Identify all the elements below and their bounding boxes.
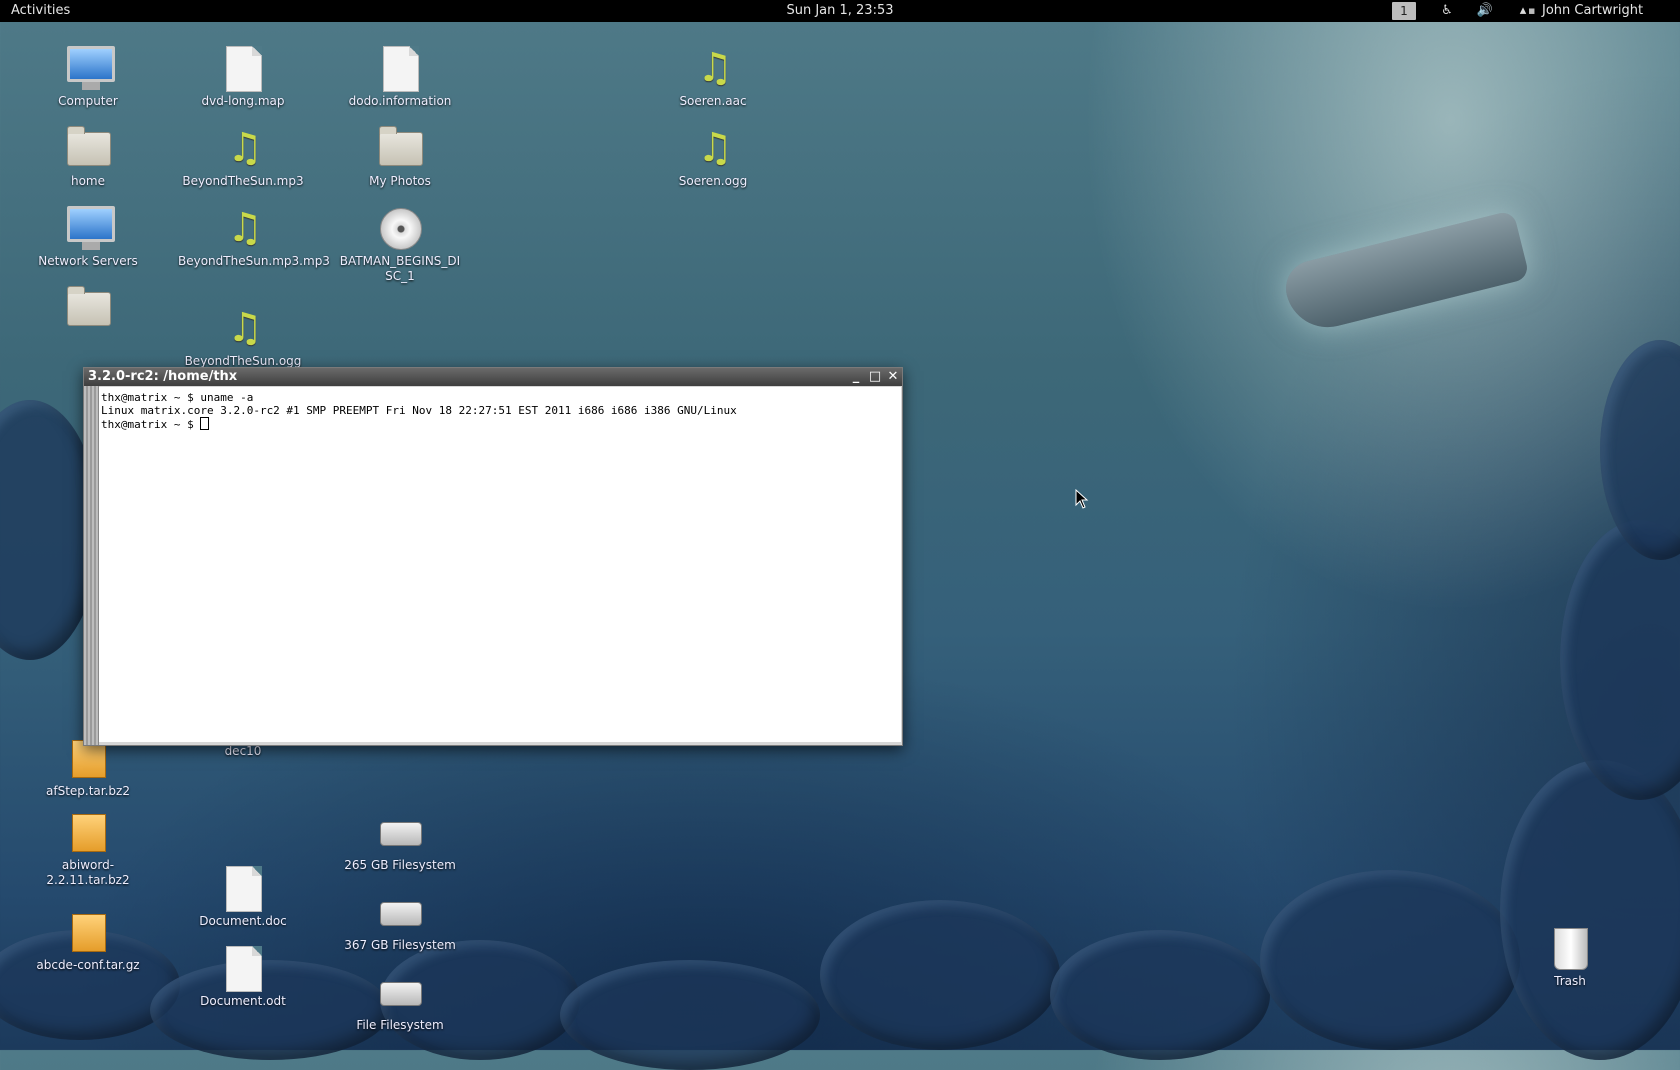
package-icon (64, 908, 112, 956)
rock-decoration (820, 900, 1060, 1050)
rock-decoration (1260, 870, 1520, 1050)
terminal-line: thx@matrix ~ $ (101, 418, 201, 431)
icon-label: My Photos (369, 174, 431, 188)
rock-decoration (1500, 760, 1680, 1060)
music-icon: ♫ (697, 45, 733, 91)
monitor-icon (64, 44, 115, 92)
desktop-icon-file[interactable]: ♫ Soeren.aac (648, 44, 778, 109)
music-icon: ♫ (227, 205, 263, 251)
icon-label: abiword-2.2.11.tar.bz2 (46, 858, 130, 887)
drive-icon (376, 968, 424, 1016)
rock-decoration (1600, 340, 1680, 560)
clock[interactable]: Sun Jan 1, 23:53 (786, 3, 893, 18)
home-folder-icon (64, 124, 112, 172)
desktop-icon-computer[interactable]: Computer (23, 44, 153, 109)
image-document-icon (219, 864, 267, 912)
desktop-icon-file[interactable]: dvd-long.map (178, 44, 308, 109)
terminal-scrollbar[interactable] (84, 386, 99, 745)
desktop-icon-file[interactable]: Document.doc (178, 864, 308, 929)
maximize-button[interactable]: □ (867, 368, 883, 386)
desktop-icon-drive[interactable]: 367 GB Filesystem (335, 888, 465, 953)
icon-label: Document.odt (200, 994, 286, 1008)
dvd-icon (376, 204, 424, 252)
desktop-icon-archive[interactable]: abcde-conf.tar.gz (23, 908, 153, 973)
icon-label: Computer (58, 94, 118, 108)
document-icon (219, 44, 267, 92)
drive-icon (376, 808, 424, 856)
icon-label: Soeren.ogg (678, 174, 748, 188)
icon-label: abcde-conf.tar.gz (36, 958, 140, 972)
icon-label: dec10 (224, 744, 262, 758)
icon-label: dvd-long.map (201, 94, 285, 108)
rock-decoration (1050, 930, 1270, 1060)
activities-button[interactable]: Activities (11, 3, 70, 18)
user-status-icon: ▪ (1528, 4, 1536, 17)
package-icon (64, 808, 112, 856)
desktop-icon-file[interactable]: dec10 (178, 744, 308, 759)
desktop-icon-folder[interactable]: My Photos (335, 124, 465, 189)
document-icon (376, 44, 424, 92)
desktop-icon-file[interactable]: dodo.information (335, 44, 465, 109)
text-cursor (200, 417, 210, 430)
desktop-icon-file[interactable]: ♫ BeyondTheSun.mp3 (178, 124, 308, 189)
volume-icon[interactable]: 🔊 (1476, 2, 1494, 20)
icon-label: File Filesystem (356, 1018, 444, 1032)
spaceship-illustration (1280, 210, 1530, 336)
music-icon: ♫ (227, 305, 263, 351)
icon-label: Network Servers (38, 254, 138, 268)
desktop-icon-archive[interactable]: abiword-2.2.11.tar.bz2 (23, 808, 153, 888)
desktop-icon-file[interactable]: ♫ BeyondTheSun.mp3.mp3 (178, 204, 330, 269)
icon-label: home (70, 174, 106, 188)
close-button[interactable]: ✕ (885, 368, 901, 386)
icon-label: afStep.tar.bz2 (46, 784, 130, 798)
terminal-window[interactable]: 3.2.0-rc2: /home/thx _ □ ✕ thx@matrix ~ … (83, 367, 903, 746)
trash-icon (1546, 924, 1594, 972)
desktop-icon-network[interactable]: Network Servers (23, 204, 153, 269)
rock-decoration (1560, 520, 1680, 800)
desktop-icon-home[interactable]: home (23, 124, 153, 189)
icon-label: BATMAN_BEGINS_DISC_1 (339, 254, 461, 283)
music-icon: ♫ (227, 125, 263, 171)
icon-label: dodo.information (348, 94, 452, 108)
folder-icon (376, 124, 424, 172)
mouse-pointer-icon (1075, 489, 1089, 509)
desktop-icon-trash[interactable]: Trash (1505, 924, 1635, 989)
rock-decoration (560, 960, 820, 1070)
terminal-line: thx@matrix ~ $ uname -a (101, 391, 254, 404)
desktop-icon-file[interactable]: ♫ Soeren.ogg (648, 124, 778, 189)
icon-label: Trash (1554, 974, 1586, 988)
desktop-icon-drive[interactable]: 265 GB Filesystem (335, 808, 465, 873)
icon-label: Document.doc (199, 914, 287, 928)
network-icon (64, 204, 115, 252)
desktop-icon-file[interactable]: ♫ BeyondTheSun.ogg (178, 304, 308, 369)
window-title: 3.2.0-rc2: /home/thx (88, 369, 238, 384)
terminal-output[interactable]: thx@matrix ~ $ uname -a Linux matrix.core… (99, 387, 901, 742)
terminal-titlebar[interactable]: 3.2.0-rc2: /home/thx _ □ ✕ (84, 368, 902, 386)
icon-label: 265 GB Filesystem (344, 858, 456, 872)
desktop-icon-dvd[interactable]: BATMAN_BEGINS_DISC_1 (335, 204, 465, 284)
icon-label: BeyondTheSun.ogg (184, 354, 302, 368)
terminal-line: Linux matrix.core 3.2.0-rc2 #1 SMP PREEM… (101, 404, 737, 417)
minimize-button[interactable]: _ (848, 368, 864, 386)
desktop-icon-file[interactable]: Document.odt (178, 944, 308, 1009)
workspace-indicator[interactable]: 1 (1392, 2, 1416, 20)
music-icon: ♫ (697, 125, 733, 171)
icon-label: BeyondTheSun.mp3 (182, 174, 304, 188)
accessibility-icon[interactable]: ♿ (1438, 2, 1456, 20)
icon-label: 367 GB Filesystem (344, 938, 456, 952)
terminal-prompt-line: thx@matrix ~ $ (101, 417, 899, 431)
image-document-icon (219, 944, 267, 992)
top-bar: Activities Sun Jan 1, 23:53 1 ♿ 🔊 ▴ ▪ Jo… (0, 0, 1680, 22)
desktop-icon-drive[interactable]: File Filesystem (335, 968, 465, 1033)
desktop-icon-folder[interactable] (23, 284, 153, 334)
folder-icon (64, 284, 112, 332)
icon-label: Soeren.aac (679, 94, 747, 108)
user-menu[interactable]: John Cartwright (1542, 3, 1643, 18)
drive-icon (376, 888, 424, 936)
icon-label: BeyondTheSun.mp3.mp3 (178, 254, 330, 268)
